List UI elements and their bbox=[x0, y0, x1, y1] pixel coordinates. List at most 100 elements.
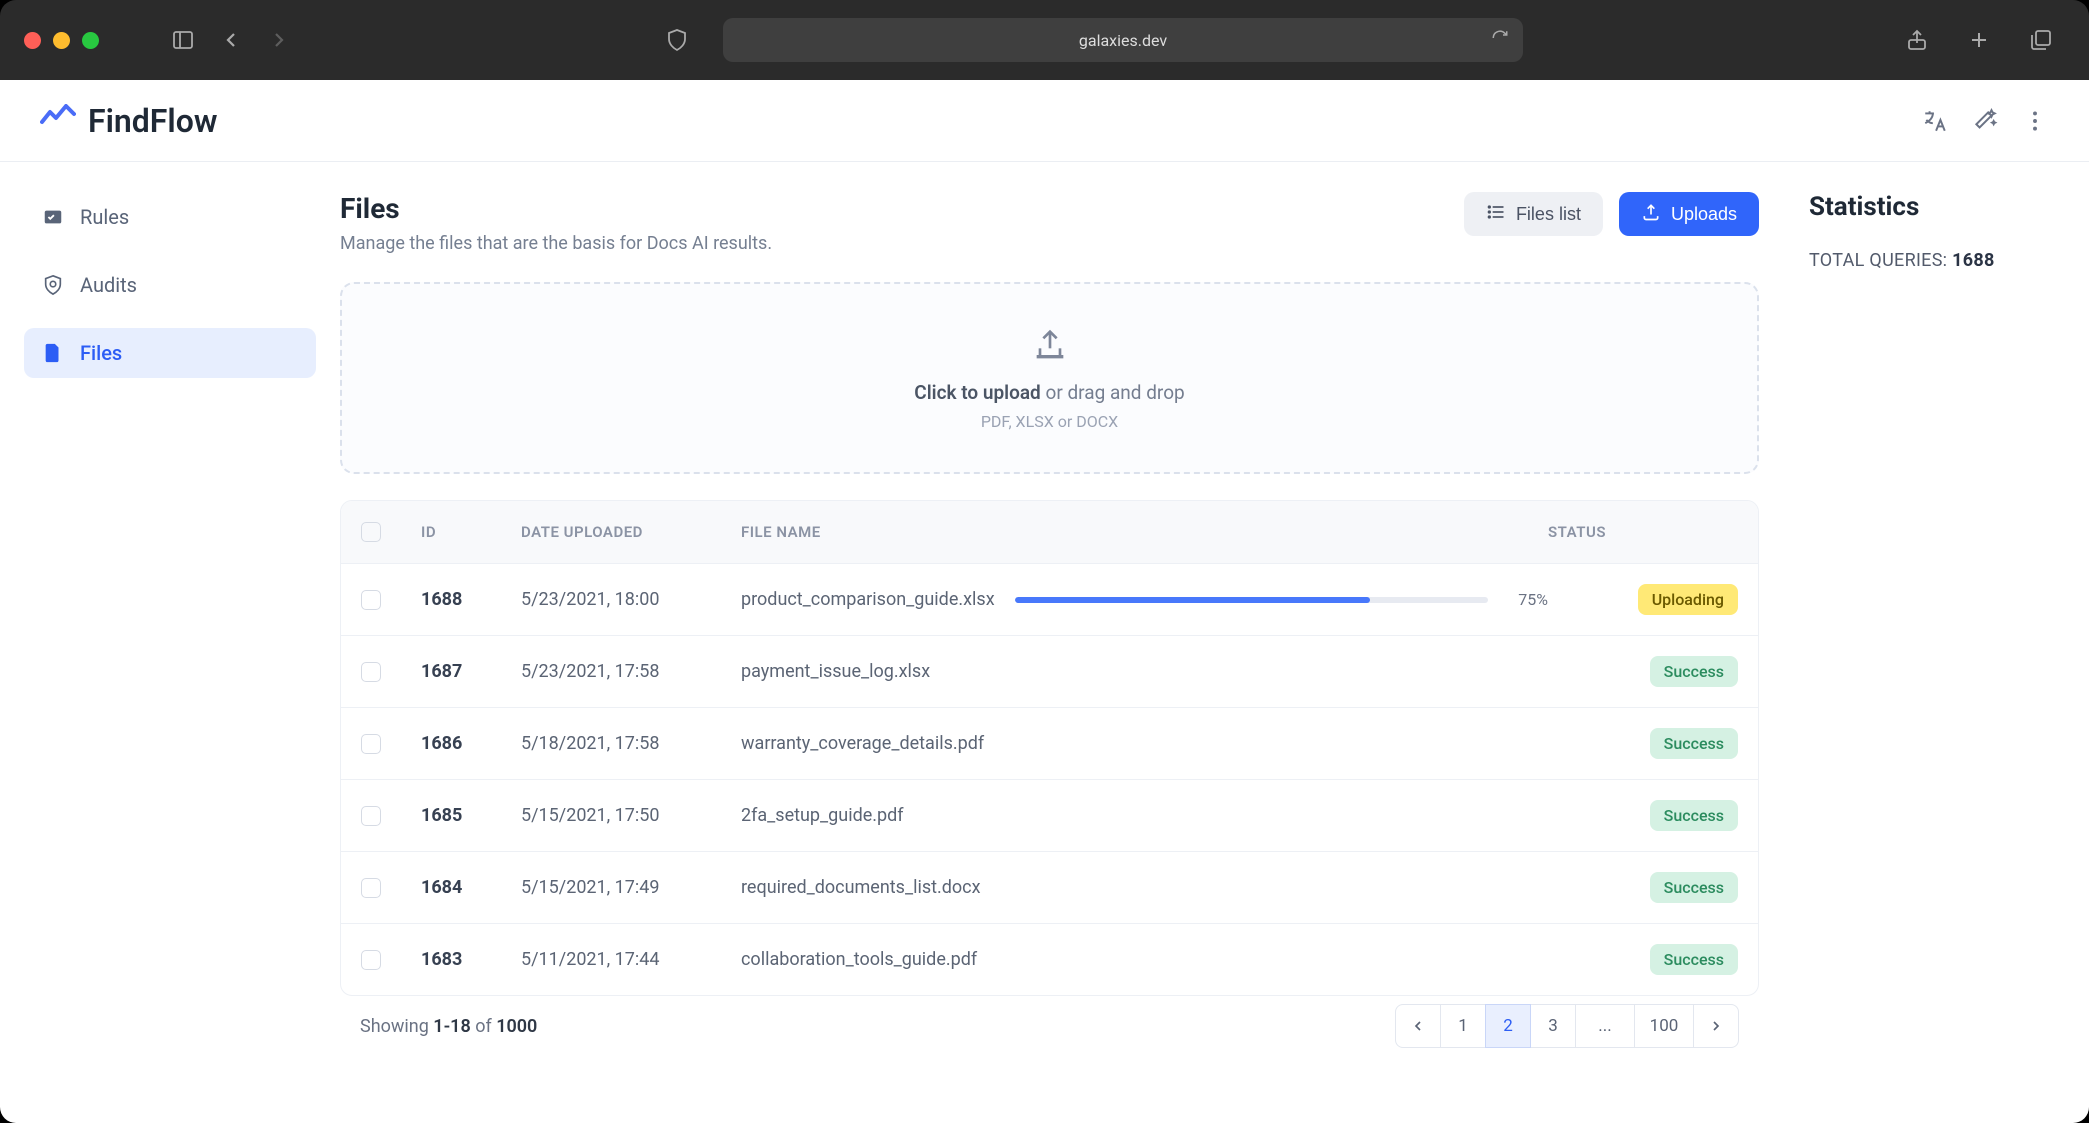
status-badge: Success bbox=[1650, 944, 1738, 975]
window-controls bbox=[24, 32, 99, 49]
upload-progress: 75% bbox=[1015, 590, 1548, 609]
app-header: FindFlow bbox=[0, 80, 2089, 162]
sidebar-item-audits[interactable]: Audits bbox=[24, 260, 316, 310]
magic-wand-icon[interactable] bbox=[1971, 107, 1999, 135]
button-label: Files list bbox=[1516, 204, 1581, 225]
dropzone-subtext: PDF, XLSX or DOCX bbox=[981, 412, 1118, 431]
upload-dropzone[interactable]: Click to upload or drag and drop PDF, XL… bbox=[340, 282, 1759, 474]
row-filename-cell: product_comparison_guide.xlsx 75% bbox=[741, 589, 1548, 610]
row-checkbox[interactable] bbox=[361, 950, 381, 970]
page-number-button[interactable]: 3 bbox=[1530, 1004, 1576, 1048]
row-date: 5/23/2021, 17:58 bbox=[521, 661, 741, 682]
row-status-cell: Uploading bbox=[1548, 584, 1738, 615]
table-row[interactable]: 16865/18/2021, 17:58warranty_coverage_de… bbox=[341, 707, 1758, 779]
table-footer: Showing 1-18 of 1000 123...100 bbox=[340, 996, 1759, 1056]
audits-icon bbox=[42, 274, 64, 296]
page-number-button[interactable]: 100 bbox=[1634, 1004, 1694, 1048]
row-checkbox[interactable] bbox=[361, 806, 381, 826]
row-filename-cell: payment_issue_log.xlsx bbox=[741, 661, 1548, 682]
row-status-cell: Success bbox=[1548, 728, 1738, 759]
window-minimize-button[interactable] bbox=[53, 32, 70, 49]
page-subtitle: Manage the files that are the basis for … bbox=[340, 233, 772, 254]
row-filename: 2fa_setup_guide.pdf bbox=[741, 805, 904, 826]
files-list-button[interactable]: Files list bbox=[1464, 192, 1603, 236]
status-badge: Uploading bbox=[1638, 584, 1738, 615]
pagination: 123...100 bbox=[1396, 1004, 1739, 1048]
rules-icon bbox=[42, 206, 64, 228]
upload-cloud-icon bbox=[1028, 325, 1072, 373]
row-checkbox[interactable] bbox=[361, 878, 381, 898]
row-id: 1687 bbox=[421, 661, 521, 682]
col-name: FILE NAME bbox=[741, 523, 1548, 541]
col-id: ID bbox=[421, 523, 521, 541]
address-bar[interactable]: galaxies.dev bbox=[723, 18, 1523, 62]
row-id: 1688 bbox=[421, 589, 521, 610]
page-number-button[interactable]: 2 bbox=[1485, 1004, 1531, 1048]
table-header: ID DATE UPLOADED FILE NAME STATUS bbox=[341, 501, 1758, 563]
table-row[interactable]: 16875/23/2021, 17:58payment_issue_log.xl… bbox=[341, 635, 1758, 707]
window-close-button[interactable] bbox=[24, 32, 41, 49]
sidebar-item-files[interactable]: Files bbox=[24, 328, 316, 378]
sidebar-item-rules[interactable]: Rules bbox=[24, 192, 316, 242]
row-date: 5/23/2021, 18:00 bbox=[521, 589, 741, 610]
language-icon[interactable] bbox=[1921, 107, 1949, 135]
table-row[interactable]: 16835/11/2021, 17:44collaboration_tools_… bbox=[341, 923, 1758, 995]
row-checkbox[interactable] bbox=[361, 734, 381, 754]
dropzone-text: Click to upload or drag and drop bbox=[914, 381, 1184, 404]
files-icon bbox=[42, 342, 64, 364]
select-all-checkbox[interactable] bbox=[361, 522, 381, 542]
page-title: Files bbox=[340, 192, 772, 225]
table-row[interactable]: 16855/15/2021, 17:502fa_setup_guide.pdf S… bbox=[341, 779, 1758, 851]
logo-mark-icon bbox=[40, 103, 76, 138]
button-label: Uploads bbox=[1671, 204, 1737, 225]
uploads-button[interactable]: Uploads bbox=[1619, 192, 1759, 236]
back-button[interactable] bbox=[215, 24, 247, 56]
row-status-cell: Success bbox=[1548, 800, 1738, 831]
col-date: DATE UPLOADED bbox=[521, 523, 741, 541]
showing-text: Showing 1-18 of 1000 bbox=[360, 1016, 537, 1037]
row-date: 5/11/2021, 17:44 bbox=[521, 949, 741, 970]
upload-icon bbox=[1641, 202, 1661, 227]
statistics-title: Statistics bbox=[1809, 192, 2059, 222]
status-badge: Success bbox=[1650, 872, 1738, 903]
page-next-button[interactable] bbox=[1693, 1004, 1739, 1048]
url-text: galaxies.dev bbox=[1079, 31, 1167, 50]
page-ellipsis: ... bbox=[1575, 1004, 1635, 1048]
reload-icon[interactable] bbox=[1491, 29, 1509, 51]
row-checkbox[interactable] bbox=[361, 662, 381, 682]
status-badge: Success bbox=[1650, 800, 1738, 831]
statistics-panel: Statistics TOTAL QUERIES: 1688 bbox=[1799, 192, 2089, 1123]
new-tab-icon[interactable] bbox=[1963, 24, 1995, 56]
table-row[interactable]: 16845/15/2021, 17:49required_documents_l… bbox=[341, 851, 1758, 923]
table-row[interactable]: 16885/23/2021, 18:00product_comparison_g… bbox=[341, 563, 1758, 635]
row-filename-cell: 2fa_setup_guide.pdf bbox=[741, 805, 1548, 826]
tabs-icon[interactable] bbox=[2025, 24, 2057, 56]
row-checkbox[interactable] bbox=[361, 590, 381, 610]
row-id: 1685 bbox=[421, 805, 521, 826]
app-logo[interactable]: FindFlow bbox=[40, 102, 217, 140]
col-status: STATUS bbox=[1548, 523, 1738, 541]
row-id: 1683 bbox=[421, 949, 521, 970]
list-icon bbox=[1486, 202, 1506, 227]
share-icon[interactable] bbox=[1901, 24, 1933, 56]
window-maximize-button[interactable] bbox=[82, 32, 99, 49]
sidebar-toggle-icon[interactable] bbox=[167, 24, 199, 56]
row-status-cell: Success bbox=[1548, 872, 1738, 903]
browser-chrome: galaxies.dev bbox=[0, 0, 2089, 80]
row-date: 5/15/2021, 17:50 bbox=[521, 805, 741, 826]
more-menu-icon[interactable] bbox=[2021, 107, 2049, 135]
page-number-button[interactable]: 1 bbox=[1440, 1004, 1486, 1048]
progress-percent: 75% bbox=[1502, 590, 1548, 609]
sidebar-item-label: Audits bbox=[80, 273, 137, 297]
total-queries-stat: TOTAL QUERIES: 1688 bbox=[1809, 250, 2059, 271]
forward-button[interactable] bbox=[263, 24, 295, 56]
row-filename: collaboration_tools_guide.pdf bbox=[741, 949, 977, 970]
row-date: 5/15/2021, 17:49 bbox=[521, 877, 741, 898]
row-filename: product_comparison_guide.xlsx bbox=[741, 589, 995, 610]
status-badge: Success bbox=[1650, 656, 1738, 687]
shield-icon[interactable] bbox=[661, 24, 693, 56]
sidebar-item-label: Rules bbox=[80, 205, 129, 229]
page-prev-button[interactable] bbox=[1395, 1004, 1441, 1048]
sidebar-item-label: Files bbox=[80, 341, 122, 365]
row-status-cell: Success bbox=[1548, 944, 1738, 975]
